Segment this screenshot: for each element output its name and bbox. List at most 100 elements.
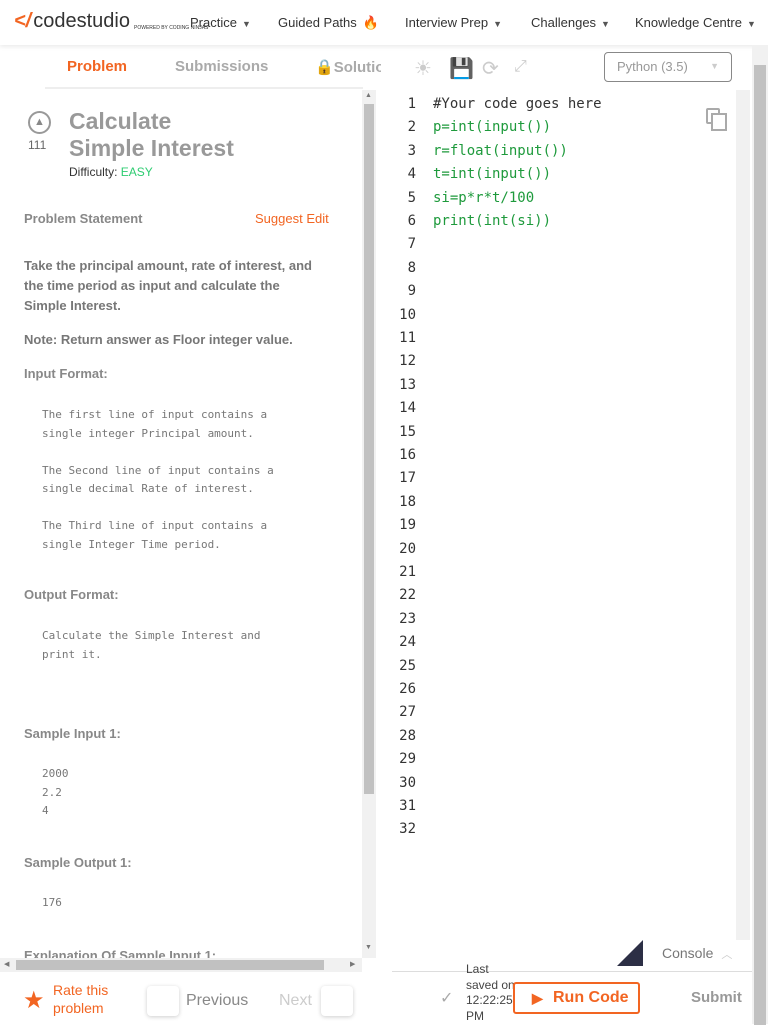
logo[interactable]: </ codestudio POWERED BY CODING NINJAS (14, 10, 208, 33)
code-line[interactable]: 20 (392, 538, 692, 561)
line-number: 14 (399, 400, 416, 417)
lock-icon: 🔒 (315, 59, 334, 76)
difficulty-label: Difficulty: (69, 165, 121, 179)
nav-label: Practice (190, 15, 237, 30)
submit-button[interactable]: Submit (691, 989, 742, 1006)
page-scrollbar[interactable] (752, 45, 768, 1025)
code-line[interactable]: 24 (392, 631, 692, 654)
chevron-down-icon: ▼ (493, 19, 503, 29)
line-number: 20 (399, 540, 416, 557)
rate-problem-link[interactable]: Rate this problem (53, 981, 123, 1017)
previous-arrow-button[interactable] (147, 986, 179, 1016)
clip: Explanation Of Sample Input 1: (0, 940, 362, 958)
line-number: 23 (399, 610, 416, 627)
code-line[interactable]: 17 (392, 467, 692, 490)
code-line[interactable]: 19 (392, 514, 692, 537)
theme-sun-icon[interactable]: ☀ (414, 56, 432, 81)
line-number: 30 (399, 774, 416, 791)
code-line[interactable]: 28 (392, 725, 692, 748)
play-icon: ▶ (532, 990, 543, 1006)
code-line[interactable]: 29 (392, 748, 692, 771)
tab-solution[interactable]: 🔒Solution (315, 58, 381, 76)
code-line[interactable]: 13 (392, 374, 692, 397)
line-number: 25 (399, 657, 416, 674)
code-line[interactable]: 12 (392, 350, 692, 373)
title-line: Simple Interest (69, 135, 234, 161)
line-number: 6 (407, 213, 416, 229)
code-line[interactable]: 22 (392, 584, 692, 607)
line-number: 7 (407, 236, 416, 253)
nav-interview-prep[interactable]: Interview Prep ▼ (405, 15, 502, 30)
scroll-thumb[interactable] (364, 104, 374, 794)
tab-problem[interactable]: Problem (67, 58, 127, 75)
code-text: print(int(si)) (433, 213, 552, 229)
code-line[interactable]: 2 p=int(input()) (392, 116, 692, 139)
copy-icon[interactable] (706, 108, 727, 131)
problem-vertical-scrollbar[interactable]: ▲ ▼ (362, 90, 376, 958)
code-line[interactable]: 6 print(int(si)) (392, 210, 692, 233)
problem-note: Note: Return answer as Floor integer val… (24, 332, 293, 347)
code-line[interactable]: 4 t=int(input()) (392, 163, 692, 186)
previous-button[interactable]: Previous (186, 992, 248, 1010)
nav-guided-paths[interactable]: Guided Paths 🔥 (278, 15, 379, 31)
star-icon[interactable]: ★ (23, 986, 45, 1015)
difficulty: Difficulty: EASY (69, 165, 153, 179)
line-number: 29 (399, 751, 416, 768)
line-number: 21 (399, 564, 416, 580)
suggest-edit-link[interactable]: Suggest Edit (255, 211, 329, 226)
code-line[interactable]: 27 (392, 701, 692, 724)
language-select[interactable]: Python (3.5) ▼ (604, 52, 732, 82)
line-number: 27 (399, 704, 416, 721)
input-format-text: The first line of input contains a singl… (42, 408, 274, 551)
code-line[interactable]: 30 (392, 772, 692, 795)
code-line[interactable]: 16 (392, 444, 692, 467)
chevron-down-icon: ▼ (746, 19, 756, 29)
line-number: 11 (399, 330, 416, 346)
code-line[interactable]: 25 (392, 655, 692, 678)
code-line[interactable]: 3 r=float(input()) (392, 140, 692, 163)
line-number: 10 (399, 306, 416, 323)
code-line[interactable]: 5 si=p*r*t/100 (392, 187, 692, 210)
next-arrow-button[interactable] (321, 986, 353, 1016)
code-line[interactable]: 32 (392, 818, 692, 841)
editor-scrollbar[interactable] (736, 90, 750, 940)
check-icon: ✓ (440, 990, 454, 1007)
code-line[interactable]: 11 (392, 327, 692, 350)
nav-challenges[interactable]: Challenges ▼ (531, 15, 610, 30)
divider (392, 971, 752, 972)
console-toggle[interactable]: Console ︿ (662, 945, 732, 962)
next-button[interactable]: Next (279, 992, 312, 1010)
code-line[interactable]: 1 #Your code goes here (392, 93, 692, 116)
code-line[interactable]: 31 (392, 795, 692, 818)
reset-icon[interactable]: ⟳ (482, 56, 499, 81)
code-line[interactable]: 9 (392, 280, 692, 303)
code-line[interactable]: 21 (392, 561, 692, 584)
code-line[interactable]: 18 (392, 491, 692, 514)
tab-submissions[interactable]: Submissions (175, 58, 268, 75)
logo-text: codestudio (33, 10, 130, 32)
fullscreen-icon[interactable]: ⤢ (514, 58, 527, 76)
resize-handle[interactable] (617, 940, 643, 966)
problem-description: Take the principal amount, rate of inter… (24, 258, 312, 313)
code-editor[interactable]: 1 #Your code goes here 2 p=int(input()) 3 r=f… (392, 93, 736, 941)
nav-knowledge-centre[interactable]: Knowledge Centre ▼ (635, 15, 756, 30)
code-line[interactable]: 15 (392, 421, 692, 444)
line-number: 24 (399, 634, 416, 651)
nav-practice[interactable]: Practice ▼ (190, 15, 251, 30)
line-number: 2 (407, 119, 416, 136)
scroll-thumb[interactable] (754, 65, 766, 1025)
logo-icon: </ (14, 10, 32, 32)
code-line[interactable]: 26 (392, 678, 692, 701)
code-line[interactable]: 7 (392, 233, 692, 256)
code-line[interactable]: 8 (392, 257, 692, 280)
fire-icon: 🔥 (362, 15, 379, 30)
chevron-down-icon: ▼ (601, 19, 610, 29)
run-code-button[interactable]: ▶ Run Code (513, 982, 640, 1014)
code-line[interactable]: 10 (392, 304, 692, 327)
code-line[interactable]: 14 (392, 397, 692, 420)
scroll-thumb[interactable] (16, 960, 324, 970)
problem-horizontal-scrollbar[interactable]: ◀ ▶ (0, 958, 362, 972)
code-line[interactable]: 23 (392, 608, 692, 631)
save-icon[interactable]: 💾 (449, 56, 474, 81)
upvote-button[interactable]: ▲ (28, 111, 51, 134)
